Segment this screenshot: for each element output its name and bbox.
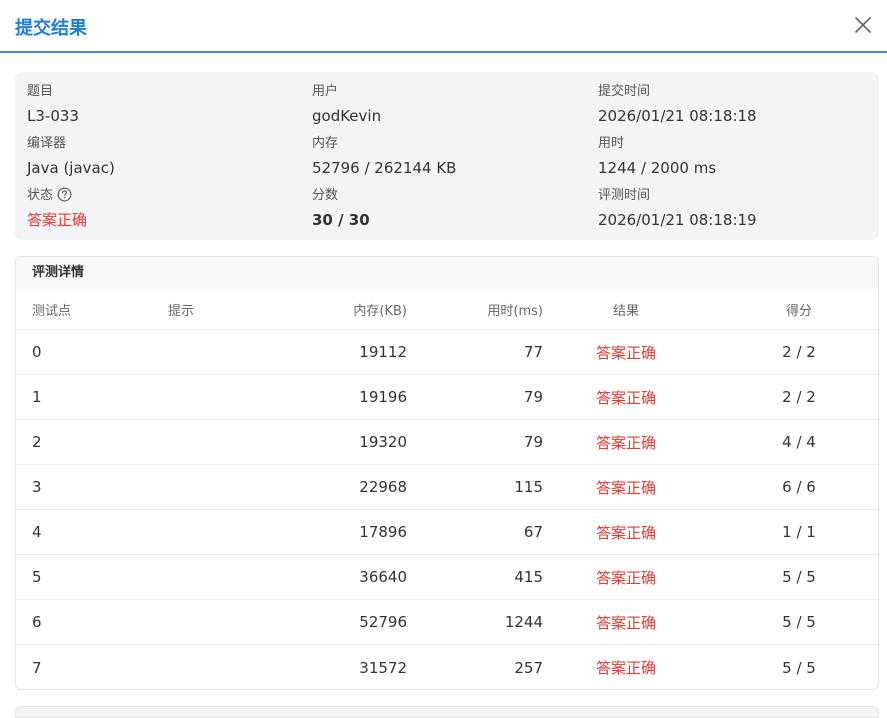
- test-point-cell: 4: [32, 523, 42, 541]
- memory-field: 内存 52796 / 262144 KB: [312, 135, 456, 178]
- problem-field: 题目 L3-033: [27, 83, 79, 126]
- next-panel-edge: [15, 706, 879, 718]
- score-cell: 2 / 2: [782, 388, 816, 406]
- score-field: 分数 30 / 30: [312, 187, 370, 230]
- result-cell: 答案正确: [595, 433, 656, 452]
- close-icon: [855, 17, 871, 33]
- test-point-cell: 7: [32, 658, 42, 677]
- time-cell: 79: [523, 433, 543, 451]
- column-header-time: 用时(ms): [487, 303, 543, 319]
- column-header-result: 结果: [612, 303, 639, 319]
- question-circle-icon[interactable]: [57, 187, 72, 208]
- table-row: 1 19196 79 答案正确 2 / 2: [16, 375, 878, 420]
- time-cell: 77: [523, 343, 543, 361]
- score-cell: 2 / 2: [782, 343, 816, 361]
- time-field: 用时 1244 / 2000 ms: [598, 135, 716, 178]
- result-cell: 答案正确: [595, 613, 656, 632]
- submit-time-label: 提交时间: [598, 84, 651, 99]
- time-cell: 79: [523, 388, 543, 406]
- submit-time-field: 提交时间 2026/01/21 08:18:18: [598, 83, 757, 126]
- time-label: 用时: [598, 136, 625, 151]
- time-cell: 115: [514, 478, 543, 496]
- table-row: 4 17896 67 答案正确 1 / 1: [16, 510, 878, 555]
- memory-cell: 19112: [359, 343, 407, 361]
- score-label: 分数: [312, 188, 339, 203]
- memory-cell: 19320: [359, 433, 407, 451]
- test-point-cell: 6: [32, 613, 42, 631]
- test-point-cell: 1: [32, 388, 42, 406]
- time-cell: 1244: [504, 613, 543, 631]
- compiler-field: 编译器 Java (javac): [27, 135, 115, 178]
- score-cell: 5 / 5: [782, 658, 816, 677]
- memory-cell: 17896: [359, 523, 407, 541]
- test-point-cell: 0: [32, 343, 42, 361]
- memory-cell: 36640: [359, 568, 407, 586]
- score-cell: 5 / 5: [782, 613, 816, 631]
- compiler-value: Java (javac): [27, 159, 115, 177]
- result-cell: 答案正确: [595, 478, 656, 497]
- memory-cell: 31572: [359, 658, 407, 677]
- column-header-memory: 内存(KB): [353, 303, 407, 319]
- table-row: 3 22968 115 答案正确 6 / 6: [16, 465, 878, 510]
- submit-time-value: 2026/01/21 08:18:18: [598, 107, 757, 125]
- result-cell: 答案正确: [595, 659, 656, 677]
- memory-cell: 22968: [359, 478, 407, 496]
- table-row: 5 36640 415 答案正确 5 / 5: [16, 555, 878, 600]
- result-cell: 答案正确: [595, 343, 656, 362]
- score-cell: 1 / 1: [782, 523, 816, 541]
- test-point-cell: 2: [32, 433, 42, 451]
- time-cell: 67: [523, 523, 543, 541]
- judge-time-field: 评测时间 2026/01/21 08:18:19: [598, 187, 757, 230]
- judge-time-label: 评测时间: [598, 188, 651, 203]
- dialog-title: 提交结果: [15, 18, 87, 39]
- memory-label: 内存: [312, 136, 339, 151]
- table-row: 6 52796 1244 答案正确 5 / 5: [16, 600, 878, 645]
- time-value: 1244 / 2000 ms: [598, 159, 717, 177]
- close-button[interactable]: [851, 13, 875, 37]
- time-cell: 415: [514, 568, 543, 586]
- score-value: 30 / 30: [312, 211, 370, 229]
- status-label: 状态: [27, 188, 54, 203]
- user-field: 用户 godKevin: [312, 83, 381, 126]
- test-point-cell: 3: [32, 478, 42, 496]
- table-row: 2 19320 79 答案正确 4 / 4: [16, 420, 878, 465]
- table-row: 7 31572 257 答案正确 5 / 5: [16, 645, 878, 689]
- result-cell: 答案正确: [595, 523, 656, 542]
- judge-details-panel: 评测详情 测试点 提示 内存(KB) 用时(ms) 结果 得分 0 19112 …: [15, 256, 879, 690]
- table-header: 测试点 提示 内存(KB) 用时(ms) 结果 得分: [16, 289, 878, 330]
- column-header-point: 测试点: [32, 303, 72, 319]
- dialog-header: 提交结果: [0, 0, 887, 53]
- user-value[interactable]: godKevin: [312, 106, 381, 126]
- result-cell: 答案正确: [595, 568, 656, 587]
- judge-time-value: 2026/01/21 08:18:19: [598, 211, 757, 229]
- result-cell: 答案正确: [595, 388, 656, 407]
- table-row: 0 19112 77 答案正确 2 / 2: [16, 330, 878, 375]
- test-point-cell: 5: [32, 568, 42, 586]
- column-header-score: 得分: [785, 303, 812, 319]
- status-label-row: 状态: [27, 187, 87, 205]
- problem-label: 题目: [27, 84, 54, 99]
- status-value: 答案正确: [27, 211, 88, 229]
- problem-value[interactable]: L3-033: [27, 106, 79, 126]
- judge-details-title: 评测详情: [16, 257, 878, 289]
- user-label: 用户: [312, 84, 339, 99]
- status-field: 状态 答案正确: [27, 187, 87, 230]
- submission-summary: 题目 L3-033 用户 godKevin 提交时间 2026/01/21 08…: [15, 72, 879, 240]
- memory-cell: 52796: [359, 613, 407, 631]
- score-cell: 5 / 5: [782, 568, 816, 586]
- memory-value: 52796 / 262144 KB: [312, 159, 457, 177]
- memory-cell: 19196: [359, 388, 407, 406]
- compiler-label: 编译器: [27, 136, 67, 151]
- score-cell: 6 / 6: [782, 478, 816, 496]
- time-cell: 257: [514, 658, 543, 677]
- column-header-hint: 提示: [168, 303, 195, 319]
- score-cell: 4 / 4: [782, 433, 816, 451]
